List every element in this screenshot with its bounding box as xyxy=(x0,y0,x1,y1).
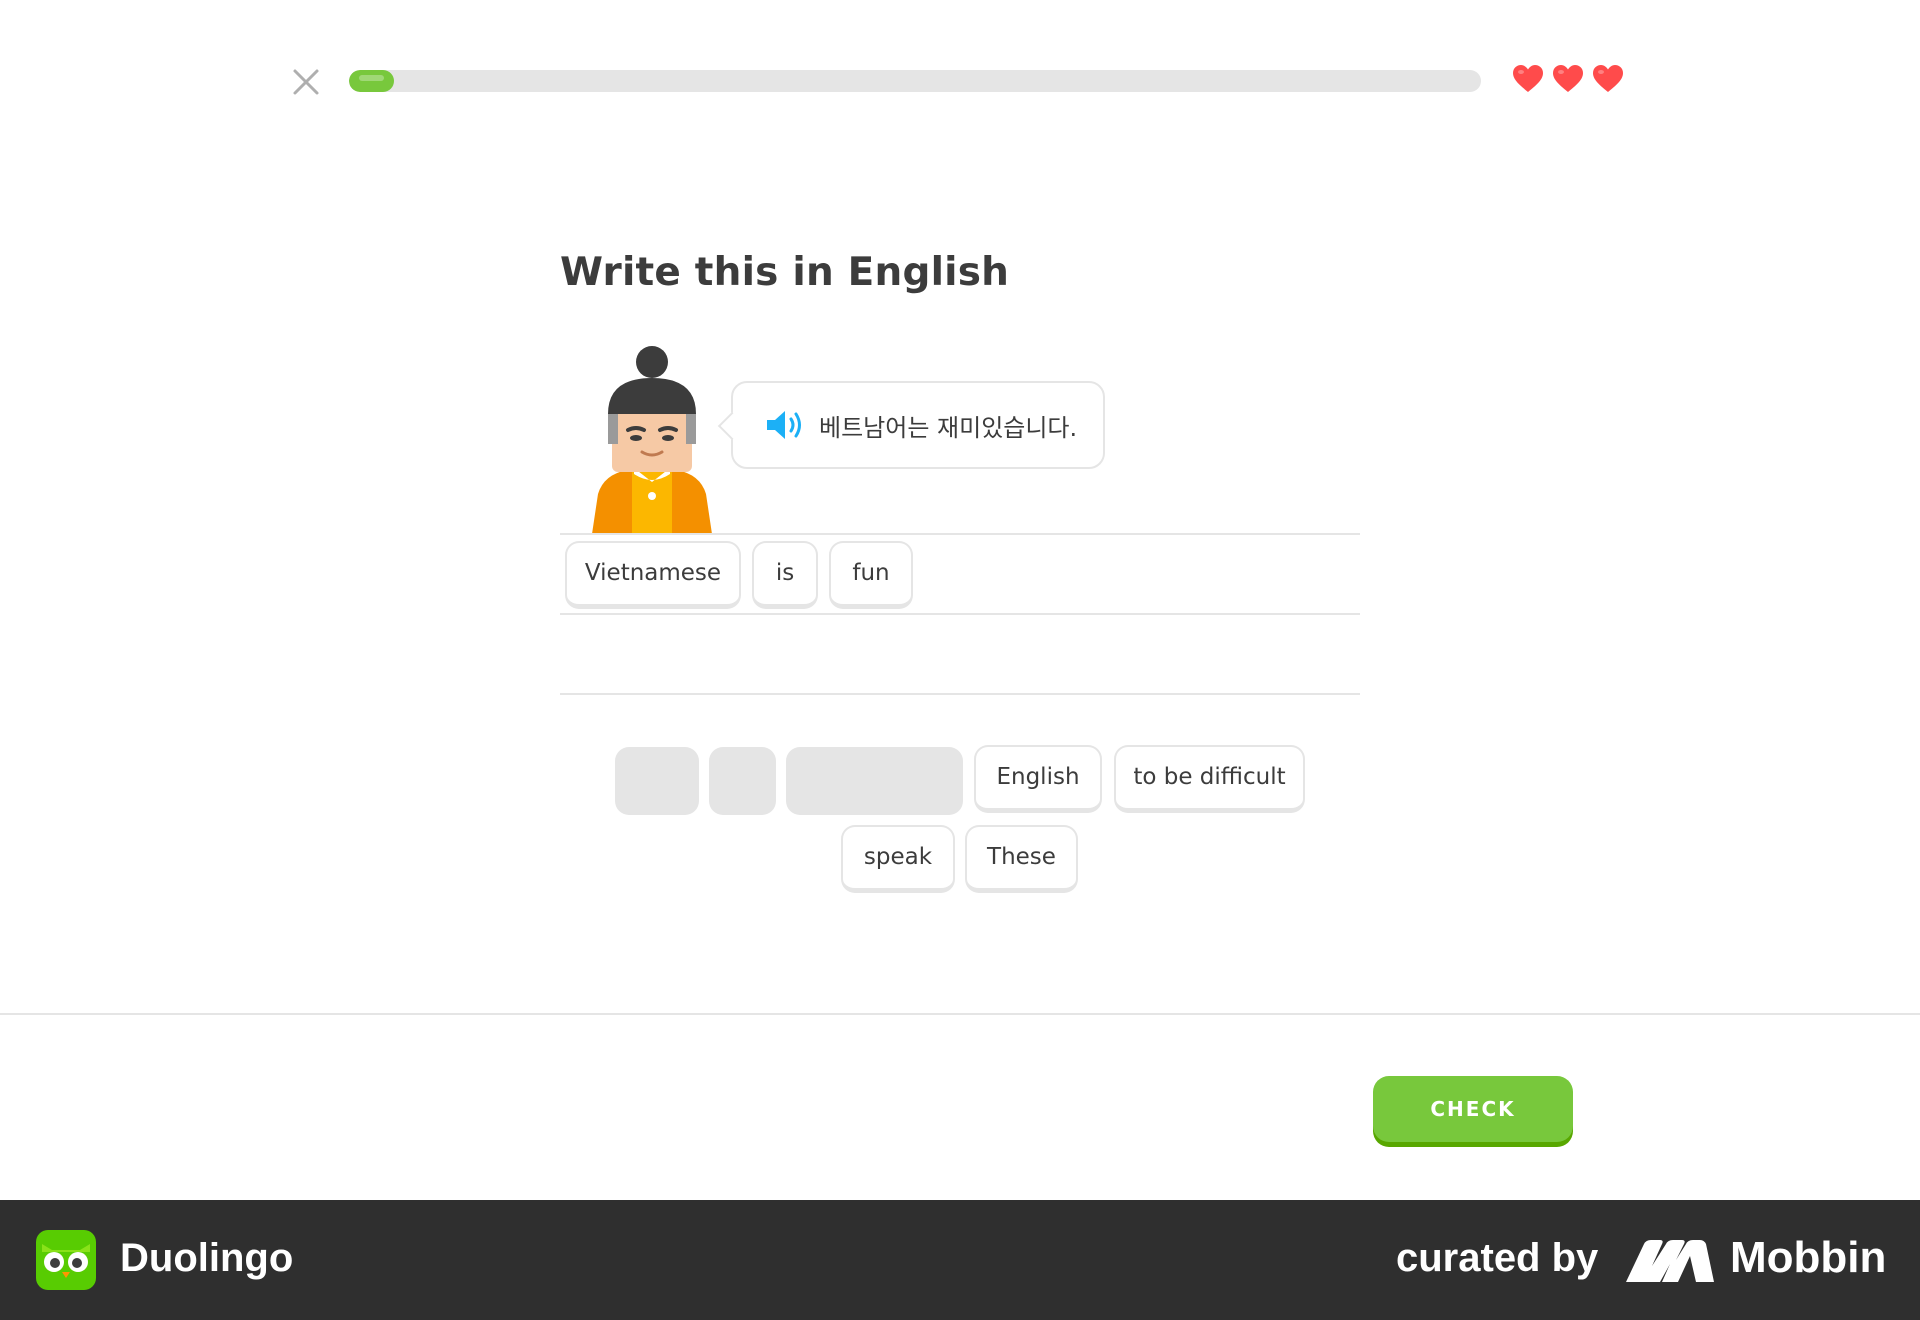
close-icon[interactable] xyxy=(290,66,322,98)
prompt-bubble: 베트남어는 재미있습니다. xyxy=(717,381,1105,469)
answer-tile-vietnamese[interactable]: Vietnamese xyxy=(565,541,741,609)
prompt-text: 베트남어는 재미있습니다. xyxy=(819,413,1078,442)
check-button[interactable]: CHECK xyxy=(1373,1076,1573,1142)
brand-name: Duolingo xyxy=(120,1236,294,1280)
answer-line xyxy=(560,613,1360,615)
word-bank-slot-empty xyxy=(786,747,963,815)
lesson-progress-bar xyxy=(349,70,1481,92)
word-bank-slot-empty xyxy=(709,747,776,815)
brand-bar: Duolingo curated by Mobbin xyxy=(0,1200,1920,1320)
character-avatar xyxy=(592,346,712,534)
duolingo-logo-icon xyxy=(36,1230,96,1290)
word-bank-tile-these[interactable]: These xyxy=(965,825,1078,893)
progress-fill xyxy=(349,70,394,92)
curated-by-label: curated by xyxy=(1396,1236,1599,1280)
word-bank-tile-speak[interactable]: speak xyxy=(841,825,955,893)
word-bank-slot-empty xyxy=(615,747,699,815)
page-title: Write this in English xyxy=(560,250,1010,295)
mobbin-logo-icon xyxy=(1626,1240,1714,1282)
answer-tile-fun[interactable]: fun xyxy=(829,541,913,609)
word-bank-tile-to-be-difficult[interactable]: to be difficult xyxy=(1114,745,1305,813)
answer-tile-is[interactable]: is xyxy=(752,541,818,609)
footer-divider xyxy=(0,1013,1920,1015)
heart-icon xyxy=(1593,65,1623,92)
hearts-counter xyxy=(1512,64,1624,94)
curator-name: Mobbin xyxy=(1730,1233,1887,1282)
heart-icon xyxy=(1513,65,1543,92)
speaker-icon[interactable] xyxy=(765,408,805,442)
heart-icon xyxy=(1553,65,1583,92)
answer-line xyxy=(560,693,1360,695)
word-bank-tile-english[interactable]: English xyxy=(974,745,1102,813)
answer-line xyxy=(560,533,1360,535)
